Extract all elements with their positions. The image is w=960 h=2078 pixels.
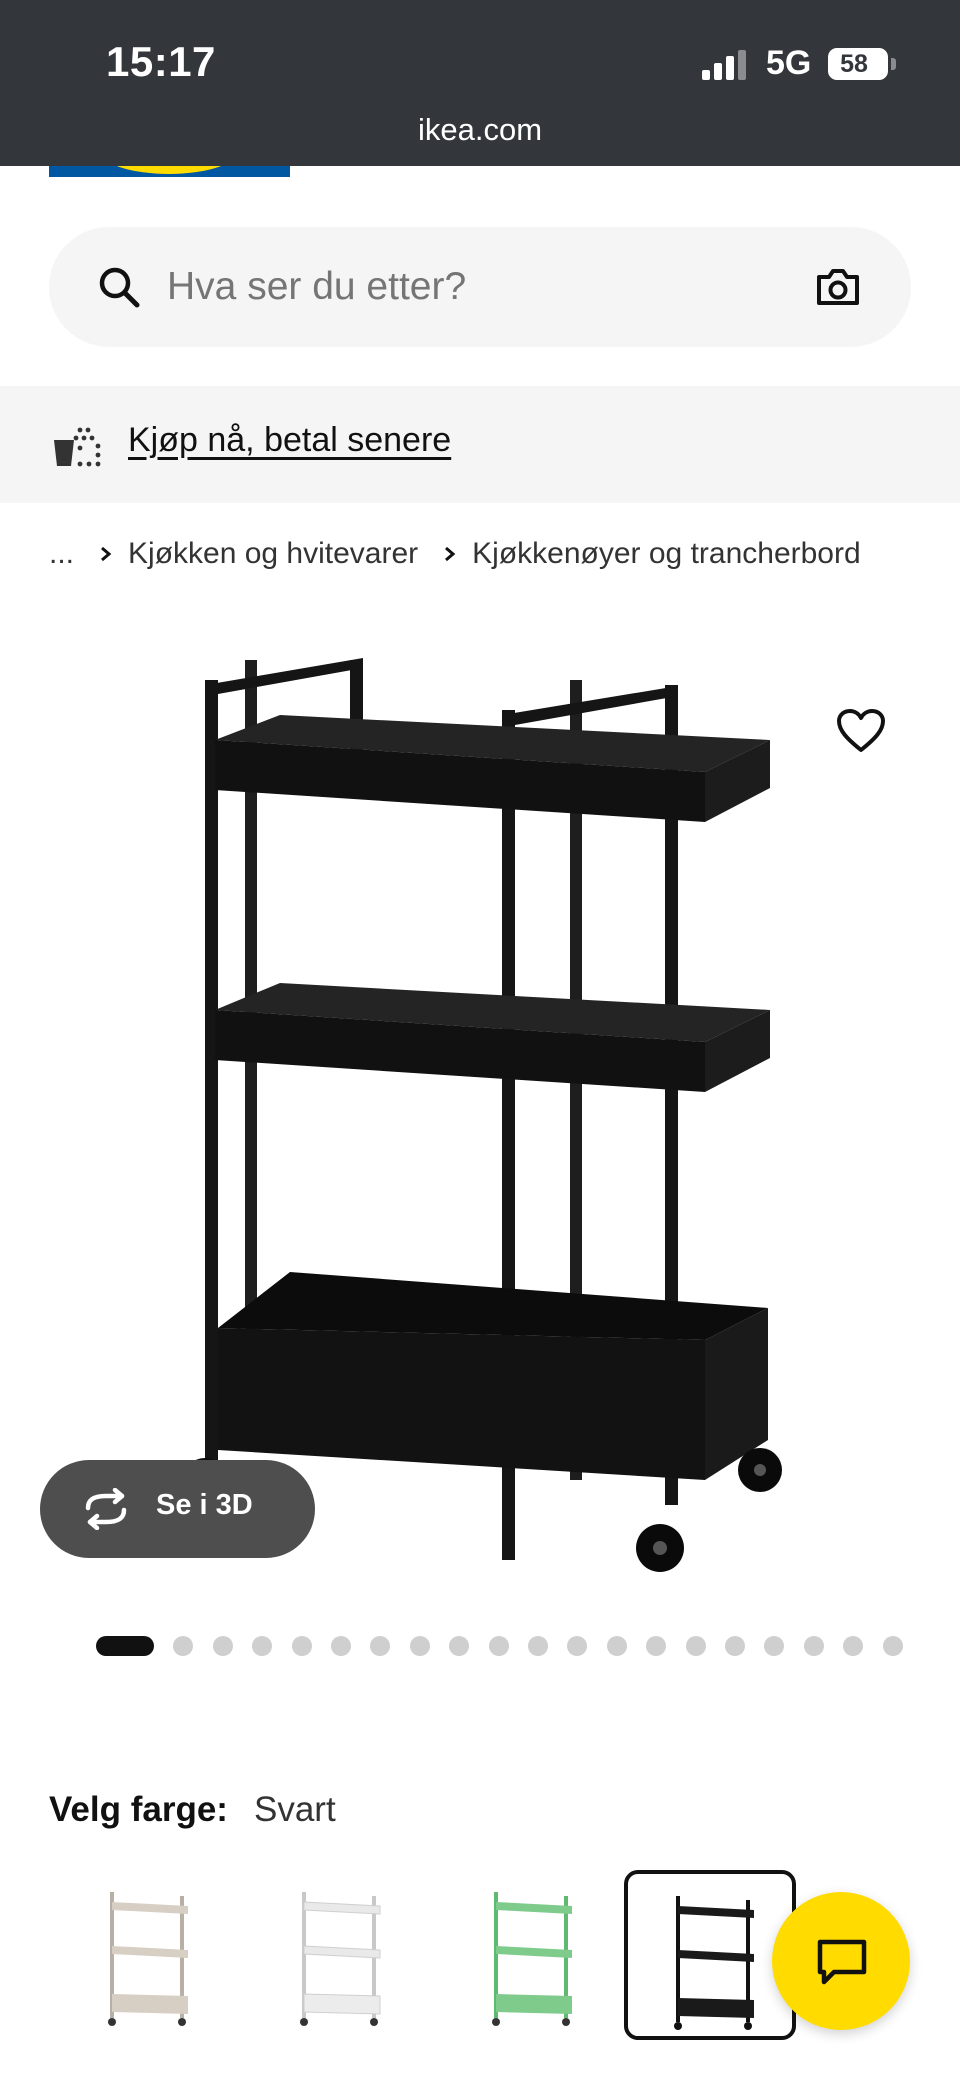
breadcrumb: ... Kjøkken og hvitevarer Kjøkkenøyer og… <box>49 534 861 574</box>
swatch-image-black <box>674 1896 754 2030</box>
view-3d-label: Se i 3D <box>156 1489 253 1521</box>
breadcrumb-ellipsis[interactable]: ... <box>49 537 74 571</box>
color-swatch-beige[interactable] <box>62 1870 234 2040</box>
color-value: Svart <box>254 1790 336 1829</box>
chevron-right-icon <box>445 546 456 562</box>
swatch-image-green <box>492 1892 572 2026</box>
pagination-dot[interactable] <box>843 1636 864 1656</box>
color-label: Velg farge: <box>49 1790 228 1829</box>
address-bar[interactable]: ikea.com <box>0 112 960 148</box>
pagination-dot[interactable] <box>764 1636 785 1656</box>
pagination-dot[interactable] <box>567 1636 588 1656</box>
pagination-dot[interactable] <box>488 1636 509 1656</box>
pagination-dot[interactable] <box>370 1636 391 1656</box>
color-swatch-white[interactable] <box>254 1870 426 2040</box>
color-swatch-black[interactable] <box>624 1870 796 2040</box>
status-time: 15:17 <box>106 38 216 85</box>
pagination-dot[interactable] <box>882 1636 903 1656</box>
battery-icon: 58 <box>828 48 888 80</box>
chevron-right-icon <box>101 546 112 562</box>
battery-level: 58 <box>840 50 868 78</box>
pagination-dot-active[interactable] <box>96 1636 154 1656</box>
battery-tip <box>891 58 896 70</box>
rotate-3d-icon <box>85 1488 127 1530</box>
search-input[interactable] <box>167 227 767 347</box>
pagination-dot[interactable] <box>803 1636 824 1656</box>
view-3d-button[interactable]: Se i 3D <box>40 1460 315 1558</box>
pagination-dot[interactable] <box>173 1636 194 1656</box>
pagination-dot[interactable] <box>685 1636 706 1656</box>
breadcrumb-item-kitchen-islands[interactable]: Kjøkkenøyer og trancherbord <box>472 537 861 571</box>
payment-bag-icon <box>54 427 101 467</box>
breadcrumb-item-kitchen[interactable]: Kjøkken og hvitevarer <box>128 537 418 571</box>
ikea-logo[interactable] <box>49 166 290 177</box>
pagination-dot[interactable] <box>646 1636 667 1656</box>
pagination-dot[interactable] <box>409 1636 430 1656</box>
heart-icon[interactable] <box>836 708 886 754</box>
chat-button[interactable] <box>772 1892 910 2030</box>
search-bar[interactable] <box>49 227 911 347</box>
product-image[interactable] <box>160 640 800 1600</box>
network-label: 5G <box>766 44 812 82</box>
pagination-dot[interactable] <box>331 1636 351 1656</box>
camera-icon[interactable] <box>815 265 861 309</box>
pay-later-link[interactable]: Kjøp nå, betal senere <box>128 421 451 460</box>
pagination-dot[interactable] <box>528 1636 548 1656</box>
pagination-dot[interactable] <box>725 1636 745 1656</box>
pagination-dot[interactable] <box>212 1636 233 1656</box>
pagination-dot[interactable] <box>606 1636 627 1656</box>
promo-banner[interactable]: Kjøp nå, betal senere <box>0 386 960 503</box>
pagination-dot[interactable] <box>449 1636 470 1656</box>
pagination-dot[interactable] <box>252 1636 273 1656</box>
color-swatch-green[interactable] <box>446 1870 618 2040</box>
status-bar: 15:17 5G 58 ikea.com <box>0 0 960 166</box>
search-icon <box>99 267 140 308</box>
signal-icon <box>702 50 748 80</box>
swatch-image-white <box>300 1892 381 2026</box>
chat-icon <box>817 1939 867 1985</box>
pagination-dot[interactable] <box>291 1636 312 1656</box>
swatch-image-beige <box>108 1892 188 2026</box>
